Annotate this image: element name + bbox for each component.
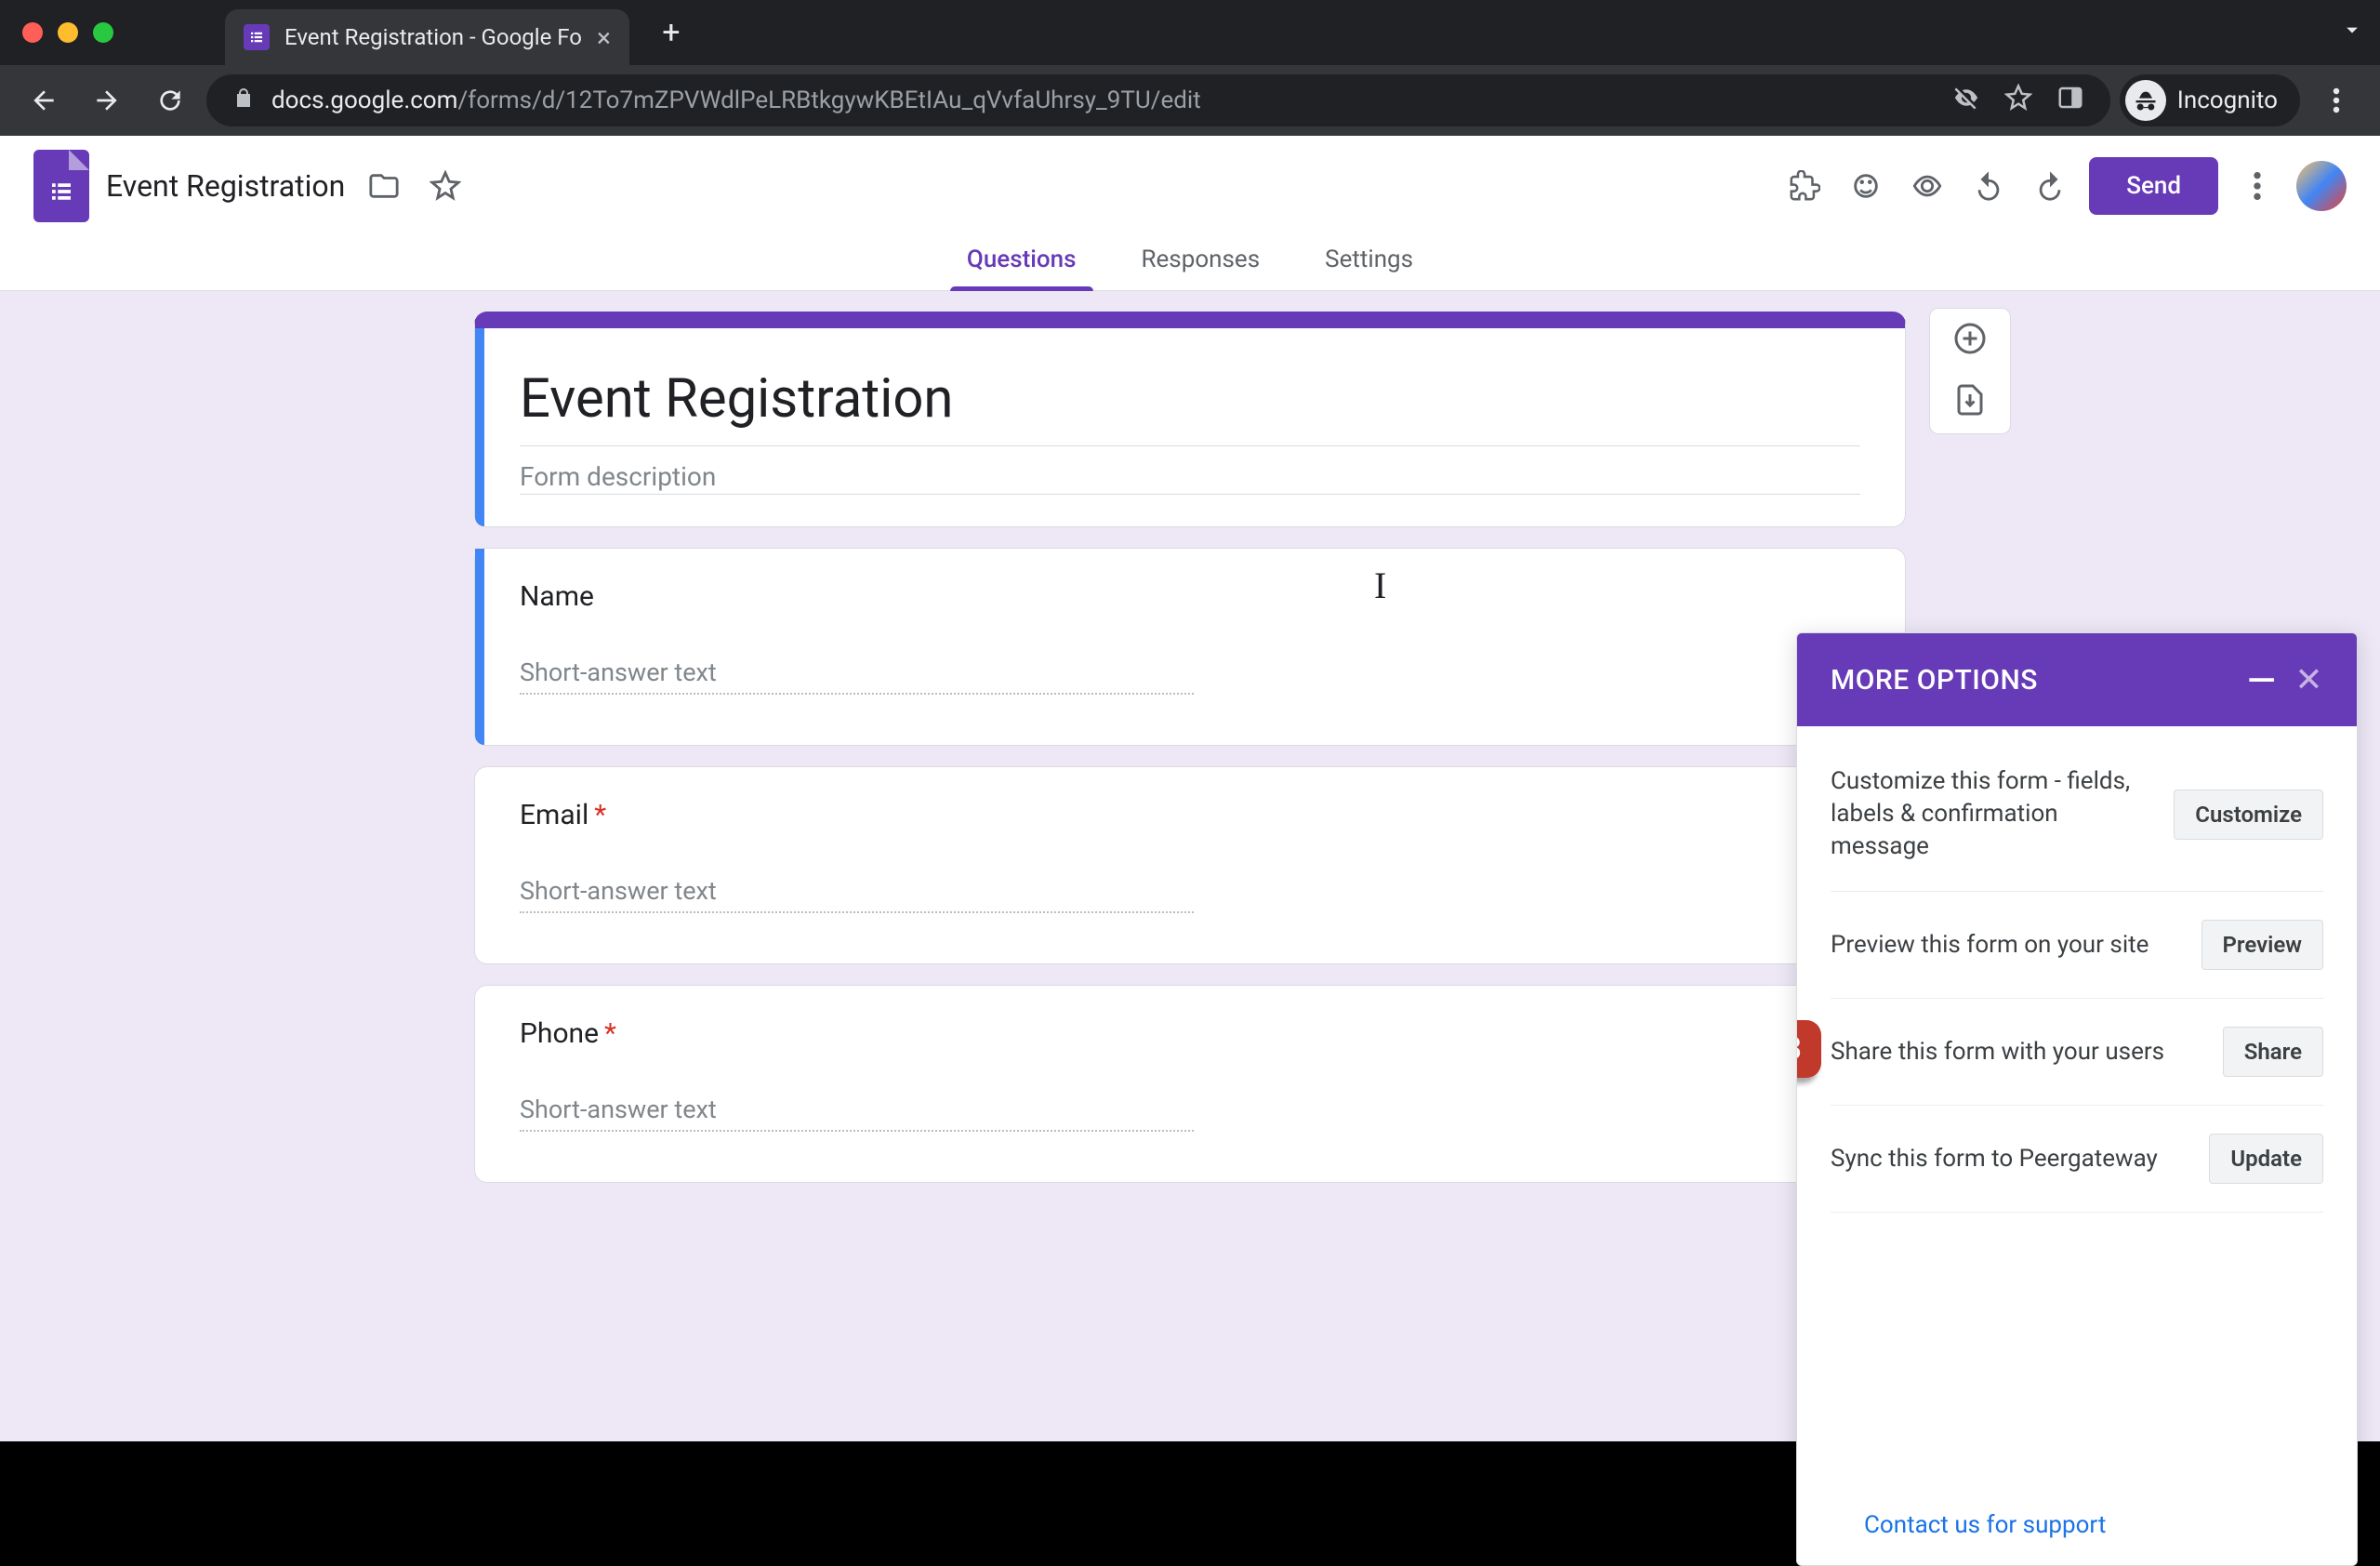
address-bar[interactable]: docs.google.com/forms/d/12To7mZPVWdlPeLR…: [206, 74, 2110, 126]
star-icon[interactable]: [423, 164, 468, 208]
more-options-title: MORE OPTIONS: [1831, 664, 2038, 697]
text-cursor-icon: [1374, 564, 1377, 601]
active-indicator: [475, 549, 484, 745]
incognito-indicator[interactable]: Incognito: [2120, 74, 2300, 126]
active-indicator: [475, 328, 484, 526]
forms-logo-icon[interactable]: [33, 150, 89, 222]
option-row: Sync this form to Peergateway Update: [1831, 1106, 2323, 1213]
incognito-icon: [2125, 80, 2166, 121]
document-title[interactable]: Event Registration: [106, 168, 345, 204]
answer-placeholder: Short-answer text: [520, 657, 1194, 695]
form-title-card[interactable]: Event Registration Form description: [474, 312, 1906, 527]
question-card[interactable]: Email* Short-answer text: [474, 766, 1906, 964]
share-button[interactable]: Share: [2223, 1027, 2323, 1077]
more-menu-button[interactable]: [2235, 164, 2280, 208]
minimize-panel-icon[interactable]: —: [2247, 658, 2276, 702]
add-question-icon[interactable]: [1953, 322, 1987, 359]
answer-placeholder: Short-answer text: [520, 1095, 1194, 1132]
url-path: /forms/d/12To7mZPVWdlPeLRBtkgywKBEtIAu_q…: [457, 86, 1200, 114]
browser-tab[interactable]: Event Registration - Google Fo ×: [225, 9, 629, 65]
more-options-header: MORE OPTIONS — ✕: [1797, 633, 2357, 726]
form-description[interactable]: Form description: [520, 446, 1860, 494]
more-options-panel: 3 MORE OPTIONS — ✕ Customize this form -…: [1796, 632, 2358, 1566]
option-row: Share this form with your users Share: [1831, 999, 2323, 1106]
lock-icon: [232, 86, 255, 115]
maximize-window-icon[interactable]: [93, 22, 113, 43]
option-row: Preview this form on your site Preview: [1831, 892, 2323, 999]
close-panel-icon[interactable]: ✕: [2294, 660, 2323, 699]
bookmark-star-icon[interactable]: [2004, 84, 2032, 118]
undo-icon[interactable]: [1966, 164, 2011, 208]
hide-eye-icon[interactable]: [1952, 84, 1980, 118]
option-text: Sync this form to Peergateway: [1831, 1143, 2190, 1175]
new-tab-button[interactable]: +: [652, 13, 691, 52]
required-icon: *: [594, 799, 606, 831]
tab-title: Event Registration - Google Fo: [284, 24, 582, 50]
customize-button[interactable]: Customize: [2174, 790, 2323, 840]
account-avatar[interactable]: [2296, 161, 2347, 211]
question-card[interactable]: Name Short-answer text: [474, 548, 1906, 746]
tab-settings[interactable]: Settings: [1314, 236, 1424, 290]
tab-questions[interactable]: Questions: [956, 236, 1088, 290]
browser-menu-button[interactable]: [2309, 73, 2363, 127]
required-icon: *: [604, 1017, 616, 1050]
question-label[interactable]: Email: [520, 799, 588, 831]
form-tabs: Questions Responses Settings: [0, 236, 2380, 291]
incognito-label: Incognito: [2177, 86, 2278, 114]
question-card[interactable]: Phone* Short-answer text: [474, 985, 1906, 1183]
forms-favicon-icon: [244, 24, 270, 50]
tab-responses[interactable]: Responses: [1130, 236, 1272, 290]
preview-eye-icon[interactable]: [1905, 164, 1950, 208]
notification-badge: 3: [1796, 1020, 1821, 1078]
option-text: Share this form with your users: [1831, 1036, 2204, 1068]
reload-button[interactable]: [143, 73, 197, 127]
question-label[interactable]: Phone: [520, 1017, 599, 1050]
close-tab-icon[interactable]: ×: [597, 22, 611, 53]
update-button[interactable]: Update: [2209, 1134, 2323, 1184]
forms-app: Event Registration Send: [0, 136, 2380, 1441]
browser-tabstrip: Event Registration - Google Fo × +: [0, 0, 2380, 65]
theme-icon[interactable]: [1844, 164, 1888, 208]
question-toolbar: [1929, 308, 2011, 434]
url-domain: docs.google.com: [271, 86, 457, 114]
forward-button[interactable]: [80, 73, 134, 127]
option-text: Customize this form - fields, labels & c…: [1831, 765, 2155, 863]
option-text: Preview this form on your site: [1831, 929, 2183, 962]
panel-icon[interactable]: [2056, 84, 2084, 118]
import-questions-icon[interactable]: [1953, 383, 1987, 420]
app-header: Event Registration Send: [0, 136, 2380, 236]
minimize-window-icon[interactable]: [58, 22, 78, 43]
addons-icon[interactable]: [1782, 164, 1827, 208]
tabs-overflow-icon[interactable]: [2339, 17, 2365, 48]
browser-toolbar: docs.google.com/forms/d/12To7mZPVWdlPeLR…: [0, 65, 2380, 136]
move-folder-icon[interactable]: [362, 164, 406, 208]
back-button[interactable]: [17, 73, 71, 127]
question-label[interactable]: Name: [520, 580, 594, 613]
preview-button[interactable]: Preview: [2202, 920, 2323, 970]
form-title[interactable]: Event Registration: [520, 360, 1860, 445]
window-controls: [22, 22, 113, 43]
redo-icon[interactable]: [2028, 164, 2072, 208]
answer-placeholder: Short-answer text: [520, 876, 1194, 913]
option-row: Customize this form - fields, labels & c…: [1831, 737, 2323, 892]
close-window-icon[interactable]: [22, 22, 43, 43]
support-link[interactable]: Contact us for support: [1864, 1511, 2106, 1539]
send-button[interactable]: Send: [2089, 157, 2218, 215]
